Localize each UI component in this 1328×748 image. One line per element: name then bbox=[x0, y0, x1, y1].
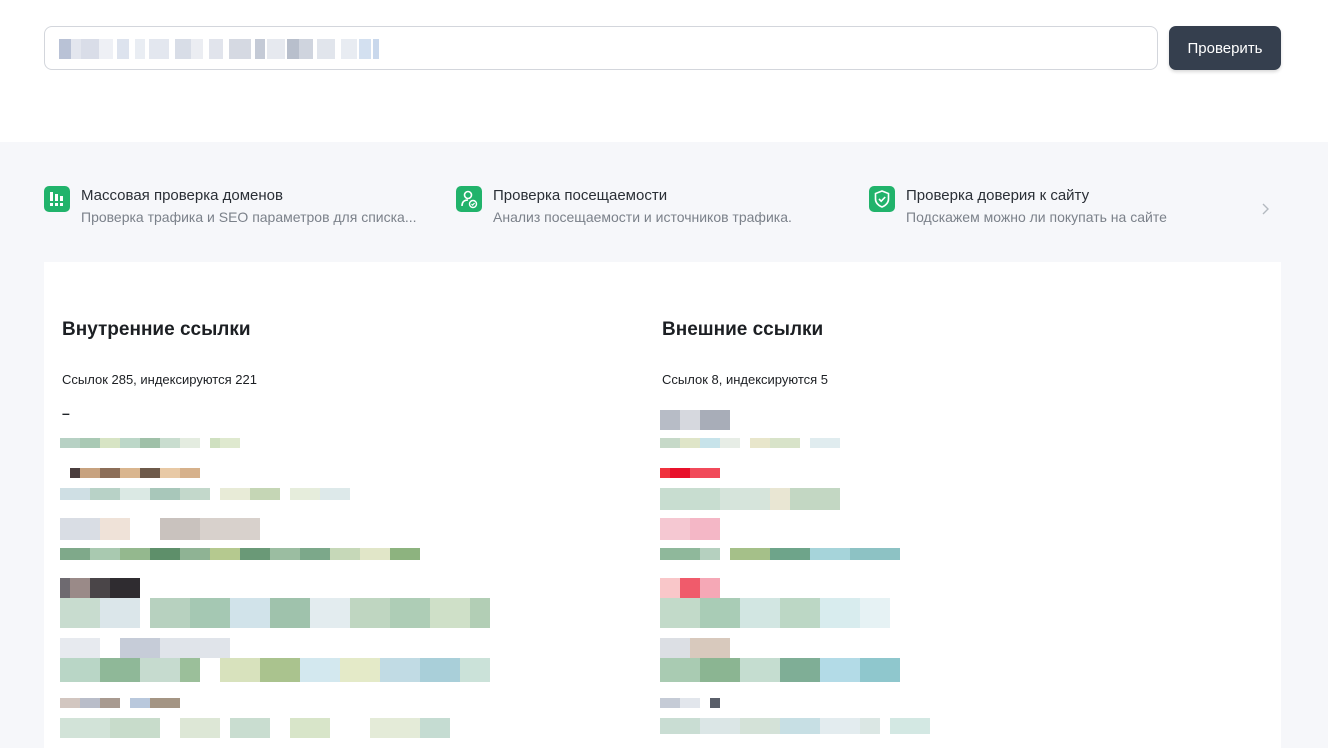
redacted-link[interactable] bbox=[660, 698, 720, 708]
redacted-link[interactable] bbox=[60, 598, 490, 628]
redacted-link[interactable] bbox=[660, 438, 840, 448]
redacted-link[interactable] bbox=[60, 518, 260, 540]
redacted-link[interactable] bbox=[660, 488, 840, 510]
redacted-link[interactable] bbox=[660, 718, 930, 734]
redacted-link[interactable] bbox=[660, 410, 730, 430]
internal-links-heading: Внутренние ссылки bbox=[62, 319, 251, 340]
tool-trust-check[interactable]: Проверка доверия к сайту Подскажем можно… bbox=[869, 184, 1249, 228]
dash: – bbox=[62, 405, 70, 421]
external-links-section: Внешние ссылки Ссылок 8, индексируются 5 bbox=[660, 262, 1222, 748]
redacted-link[interactable] bbox=[660, 578, 720, 600]
search-field[interactable] bbox=[44, 26, 1158, 70]
tools-carousel: Массовая проверка доменов Проверка трафи… bbox=[44, 184, 1281, 228]
redacted-link[interactable] bbox=[60, 438, 240, 448]
tool-subtitle: Подскажем можно ли покупать на сайте bbox=[906, 209, 1167, 225]
user-check-icon bbox=[456, 186, 482, 212]
links-card: Внутренние ссылки Ссылок 285, индексирую… bbox=[44, 262, 1281, 748]
redacted-link[interactable] bbox=[660, 638, 730, 658]
tool-title: Проверка доверия к сайту bbox=[906, 187, 1090, 204]
tool-subtitle: Анализ посещаемости и источников трафика… bbox=[493, 209, 792, 225]
redacted-link[interactable] bbox=[70, 468, 200, 478]
redacted-link[interactable] bbox=[660, 598, 890, 628]
tool-traffic-check[interactable]: Проверка посещаемости Анализ посещаемост… bbox=[456, 184, 846, 228]
redacted-link[interactable] bbox=[660, 658, 900, 682]
internal-links-stats: Ссылок 285, индексируются 221 bbox=[62, 372, 257, 387]
external-links-stats: Ссылок 8, индексируются 5 bbox=[662, 372, 829, 387]
shield-check-icon bbox=[869, 186, 895, 212]
redacted-link[interactable] bbox=[660, 468, 720, 478]
redacted-link[interactable] bbox=[60, 638, 230, 658]
internal-links-section: Внутренние ссылки Ссылок 285, индексирую… bbox=[60, 262, 622, 748]
external-links-heading: Внешние ссылки bbox=[662, 319, 824, 340]
redacted-link[interactable] bbox=[60, 548, 420, 560]
redacted-link[interactable] bbox=[60, 658, 490, 682]
redacted-link[interactable] bbox=[60, 488, 350, 500]
tool-subtitle: Проверка трафика и SEO параметров для сп… bbox=[81, 209, 417, 225]
redacted-link[interactable] bbox=[660, 548, 900, 560]
redacted-link[interactable] bbox=[60, 578, 140, 598]
tool-title: Массовая проверка доменов bbox=[81, 187, 283, 204]
redacted-link[interactable] bbox=[60, 718, 450, 738]
chevron-right-icon[interactable] bbox=[1260, 202, 1272, 216]
redacted-url bbox=[59, 39, 379, 59]
redacted-link[interactable] bbox=[660, 518, 720, 540]
chart-bars-icon bbox=[44, 186, 70, 212]
tool-title: Проверка посещаемости bbox=[493, 187, 668, 204]
tool-mass-domain-check[interactable]: Массовая проверка доменов Проверка трафи… bbox=[44, 184, 434, 228]
top-bar: Проверить bbox=[0, 0, 1328, 142]
check-button[interactable]: Проверить bbox=[1169, 26, 1281, 70]
redacted-link[interactable] bbox=[60, 698, 180, 708]
